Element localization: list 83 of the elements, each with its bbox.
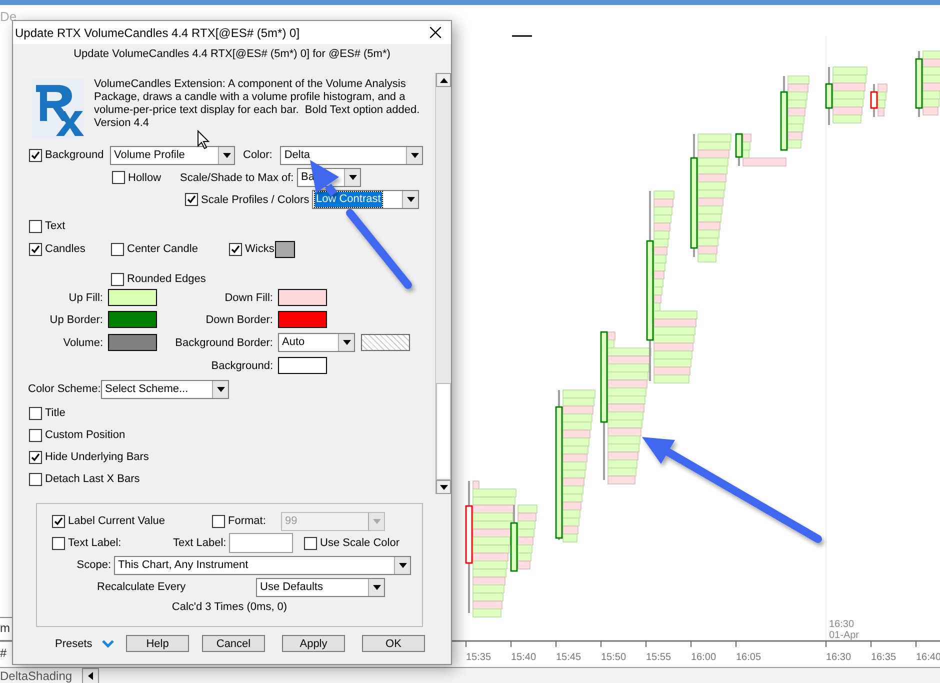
- time-axis-label: 15:45: [556, 652, 582, 663]
- side-label: m: [0, 621, 10, 635]
- time-axis-label: 16:05: [736, 652, 762, 663]
- checkbox[interactable]: Rounded Edges: [111, 272, 206, 286]
- color-swatch[interactable]: [278, 357, 327, 374]
- dropdown[interactable]: Auto: [278, 333, 355, 352]
- field-label: Background Border:: [174, 336, 273, 348]
- dropdown[interactable]: Delta: [280, 146, 424, 164]
- dropdown[interactable]: This Chart, Any Instrument: [114, 556, 411, 574]
- checkbox[interactable]: Wicks: [229, 242, 275, 256]
- checkbox[interactable]: Label Current Value: [52, 514, 212, 528]
- dropdown[interactable]: Use Defaults: [256, 578, 385, 596]
- color-swatch[interactable]: [278, 289, 327, 306]
- field-label: Up Fill:: [68, 292, 103, 304]
- logo-icon: [32, 79, 84, 139]
- color-swatch[interactable]: [275, 240, 295, 258]
- color-swatch[interactable]: [108, 289, 157, 306]
- checkbox[interactable]: Custom Position: [29, 428, 126, 442]
- checkbox[interactable]: Candles: [29, 242, 111, 256]
- check-icon: [30, 244, 41, 254]
- dropdown[interactable]: Low Contrast: [312, 190, 419, 209]
- time-axis-label: 16:30: [826, 652, 852, 663]
- scroll-up-icon: [440, 78, 448, 82]
- color-swatch[interactable]: [108, 311, 157, 328]
- dialog-subtitle: Update VolumeCandles 4.4 RTX[@ES# (5m*) 0] for @ES# (5m*): [72, 47, 392, 62]
- time-axis-label: 15:40: [511, 652, 536, 663]
- check-icon: [230, 244, 241, 254]
- scrollbar-thumb[interactable]: [436, 383, 451, 480]
- checkbox[interactable]: Scale Profiles / Colors: [185, 193, 312, 206]
- checkbox[interactable]: Center Candle: [111, 242, 229, 256]
- time-axis-label: 16:35: [871, 652, 896, 663]
- checkbox[interactable]: Text: [29, 220, 66, 232]
- field-label: Volume:: [62, 336, 103, 348]
- status-text: Calc'd 3 Times (0ms, 0): [170, 601, 288, 613]
- session-date-label: 01-Apr: [829, 630, 860, 641]
- field-label: Up Border:: [48, 314, 103, 326]
- field-label: Scope:: [76, 559, 112, 571]
- side-label: #: [0, 646, 7, 660]
- pattern-swatch[interactable]: [361, 334, 410, 351]
- dialog-button[interactable]: OK: [362, 635, 425, 652]
- color-swatch[interactable]: [108, 334, 157, 351]
- checkbox[interactable]: Text Label:: [52, 536, 173, 550]
- checkbox[interactable]: Background: [29, 148, 110, 162]
- window-title: Update RTX VolumeCandles 4.4 RTX[@ES# (5m*) 0]: [15, 26, 300, 40]
- check-icon: [30, 150, 41, 160]
- close-icon[interactable]: [430, 27, 441, 38]
- color-swatch[interactable]: [278, 311, 327, 328]
- dropdown[interactable]: Select Scheme...: [101, 380, 229, 398]
- time-axis-label: 16:00: [691, 652, 716, 663]
- field-label: Text Label:: [173, 537, 228, 549]
- cursor-icon: [198, 130, 210, 150]
- sheet-tab[interactable]: DeltaShading: [0, 669, 72, 683]
- field-label: Color Scheme:: [28, 383, 101, 395]
- check-icon: [186, 194, 197, 205]
- scroll-left-button[interactable]: [82, 668, 100, 683]
- dialog-button[interactable]: Cancel: [202, 635, 265, 652]
- session-time-label: 16:30: [829, 619, 854, 630]
- field-label: Scale/Shade to Max of:: [180, 172, 295, 184]
- checkbox[interactable]: Detach Last X Bars: [29, 472, 140, 486]
- field-label: Down Fill:: [224, 292, 273, 304]
- scroll-down-icon: [440, 484, 448, 490]
- description-text: VolumeCandles Extension: A component of the Volume Analysis Package, draws a candle with a volume profile histogram, and a volume-per-price text display for each bar. Bold Text option added. Version 4.4: [94, 78, 421, 130]
- presets-label: Presets: [55, 638, 94, 650]
- field-label: Recalculate Every: [97, 581, 187, 593]
- checkbox[interactable]: Title: [29, 406, 66, 420]
- checkbox[interactable]: Hollow: [112, 171, 180, 184]
- dropdown[interactable]: Volume Profile: [110, 146, 235, 164]
- text-label-field[interactable]: [229, 533, 293, 553]
- time-axis-label: 15:50: [601, 652, 626, 663]
- time-axis-label: 15:55: [646, 652, 672, 663]
- checkbox[interactable]: Hide Underlying Bars: [29, 450, 149, 464]
- chevron-down-icon[interactable]: [102, 640, 114, 648]
- field-label: Down Border:: [204, 314, 273, 326]
- scrollbar[interactable]: [435, 73, 451, 494]
- field-label: Background:: [210, 360, 273, 372]
- dialog-button[interactable]: Apply: [282, 635, 345, 652]
- checkbox[interactable]: Use Scale Color: [304, 536, 400, 550]
- check-icon: [30, 452, 41, 462]
- time-axis-label: 15:35: [466, 652, 492, 663]
- left-arrow-icon: [88, 672, 94, 680]
- field-label: Color:: [243, 149, 272, 161]
- dialog-button[interactable]: Help: [126, 635, 189, 652]
- check-icon: [53, 516, 64, 526]
